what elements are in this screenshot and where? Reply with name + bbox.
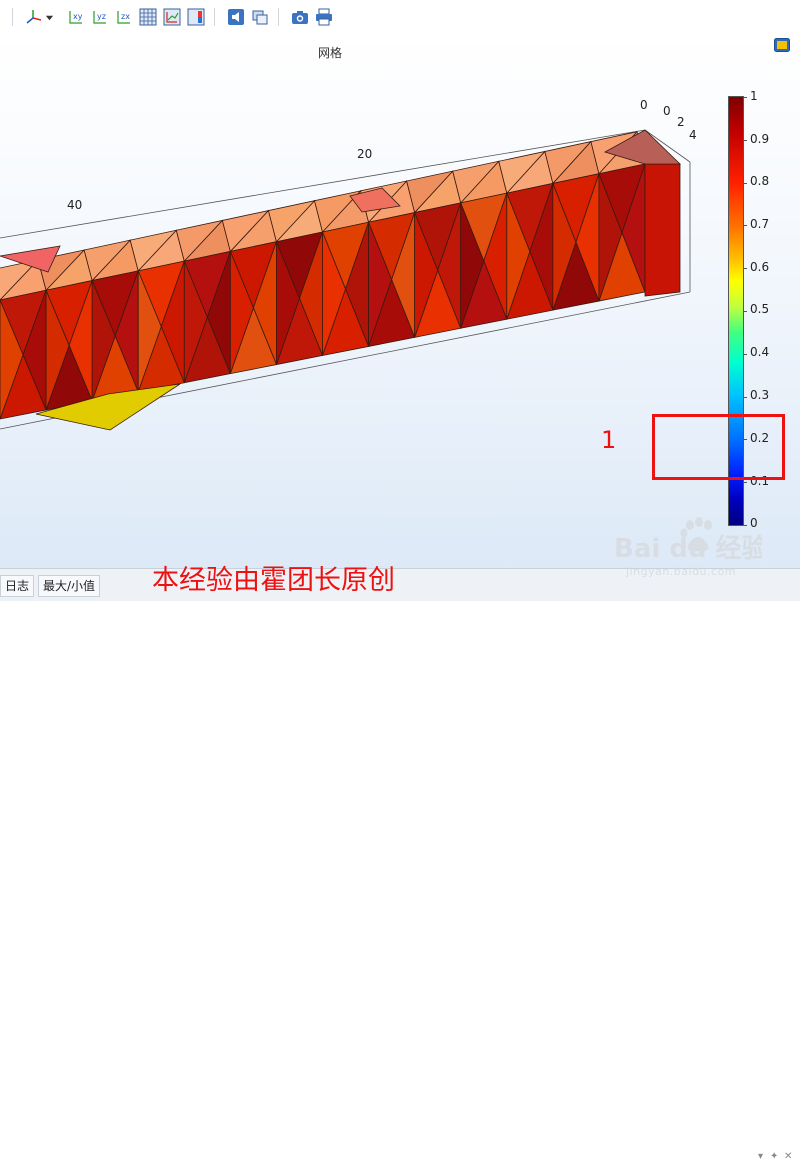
axis-label-0: 0 [663, 104, 671, 118]
colorbar-tick [743, 139, 747, 141]
annotation-highlight-box [652, 414, 785, 480]
screenshot-button[interactable] [290, 7, 310, 27]
colorbar-tick [743, 97, 747, 98]
transparency-button[interactable] [250, 7, 270, 27]
svg-text:xy: xy [73, 12, 83, 21]
colorbar-tick [743, 353, 747, 355]
print-button[interactable] [314, 7, 334, 27]
colorbar-tick [743, 439, 747, 441]
axis-button[interactable] [162, 7, 182, 27]
watermark-text: 本经验由霍团长原创 [152, 565, 395, 596]
colorbar-tick [743, 225, 747, 227]
dropdown-arrow-icon[interactable]: ▾ [758, 1151, 763, 1162]
axis-label-20: 20 [357, 147, 373, 161]
colorbar-label: 1 [750, 89, 758, 103]
grid-icon [139, 8, 157, 26]
yz-plane-icon: yz [93, 11, 106, 24]
tab-log[interactable]: 日志 [0, 575, 35, 597]
colorbar-label: 0.5 [750, 302, 770, 316]
axis-icon [163, 8, 181, 26]
xy-plane-icon: xy [69, 11, 83, 24]
colorbar-label: 0.3 [750, 388, 770, 402]
close-icon[interactable]: ✕ [784, 1151, 792, 1162]
axis-label-4: 4 [689, 128, 697, 142]
baidu-logo-url: jingyan.baidu.com [626, 565, 737, 578]
grid-button[interactable] [138, 7, 158, 27]
toolbar-separator [12, 8, 13, 26]
colorbar-label: 0.9 [750, 132, 770, 146]
colorbar-tick [743, 482, 747, 484]
colorbar-tick [743, 268, 747, 270]
axis-label-0-top: 0 [640, 98, 648, 112]
colorbar-tick [743, 525, 747, 526]
axis-label-2: 2 [677, 115, 685, 129]
transparency-icon [252, 10, 268, 25]
axis-orientation-dropdown[interactable] [42, 7, 56, 27]
zx-plane-icon: zx [117, 11, 130, 24]
window-option-icon [774, 38, 790, 52]
toolbar-separator [278, 8, 279, 26]
annotation-number: 1 [601, 426, 617, 454]
yz-plane-button[interactable]: yz [90, 7, 110, 27]
graphics-options-button[interactable] [774, 38, 790, 52]
colorbar-tick [743, 396, 747, 398]
colorbar-tick [743, 182, 747, 184]
lighting-button[interactable] [226, 7, 246, 27]
lighting-icon [228, 9, 244, 25]
colorbar-label: 0.7 [750, 217, 770, 231]
axis-orientation-button[interactable] [24, 7, 44, 27]
svg-text:yz: yz [97, 12, 106, 21]
print-icon [316, 8, 332, 26]
svg-text:zx: zx [121, 12, 130, 21]
graphics-toolbar: xy yz zx [0, 0, 800, 34]
mesh-element-end [644, 163, 681, 297]
baidu-logo: Bai du 经验 [612, 515, 768, 566]
dropdown-arrow-icon [45, 15, 53, 20]
tab-max-min[interactable]: 最大/小值 [38, 575, 101, 597]
colorbar-button[interactable] [186, 7, 206, 27]
colorbar-label: 0.6 [750, 260, 770, 274]
plot-title: 网格 [317, 46, 342, 60]
axis-orientation-icon [26, 10, 42, 24]
baidu-paw-icon: Bai du 经验 [614, 517, 768, 564]
zx-plane-button[interactable]: zx [114, 7, 134, 27]
camera-icon [292, 11, 308, 24]
colorbar-label: 0.8 [750, 174, 770, 188]
axis-label-40: 40 [67, 198, 83, 212]
pin-icon[interactable]: ✦ [770, 1151, 778, 1162]
svg-text:Bai du 经验: Bai du 经验 [614, 533, 762, 563]
colorbar-label: 0.4 [750, 345, 770, 359]
xy-plane-button[interactable]: xy [66, 7, 86, 27]
colorbar-tick [743, 311, 747, 312]
toolbar-separator [214, 8, 215, 26]
colorbar-icon [187, 8, 205, 26]
